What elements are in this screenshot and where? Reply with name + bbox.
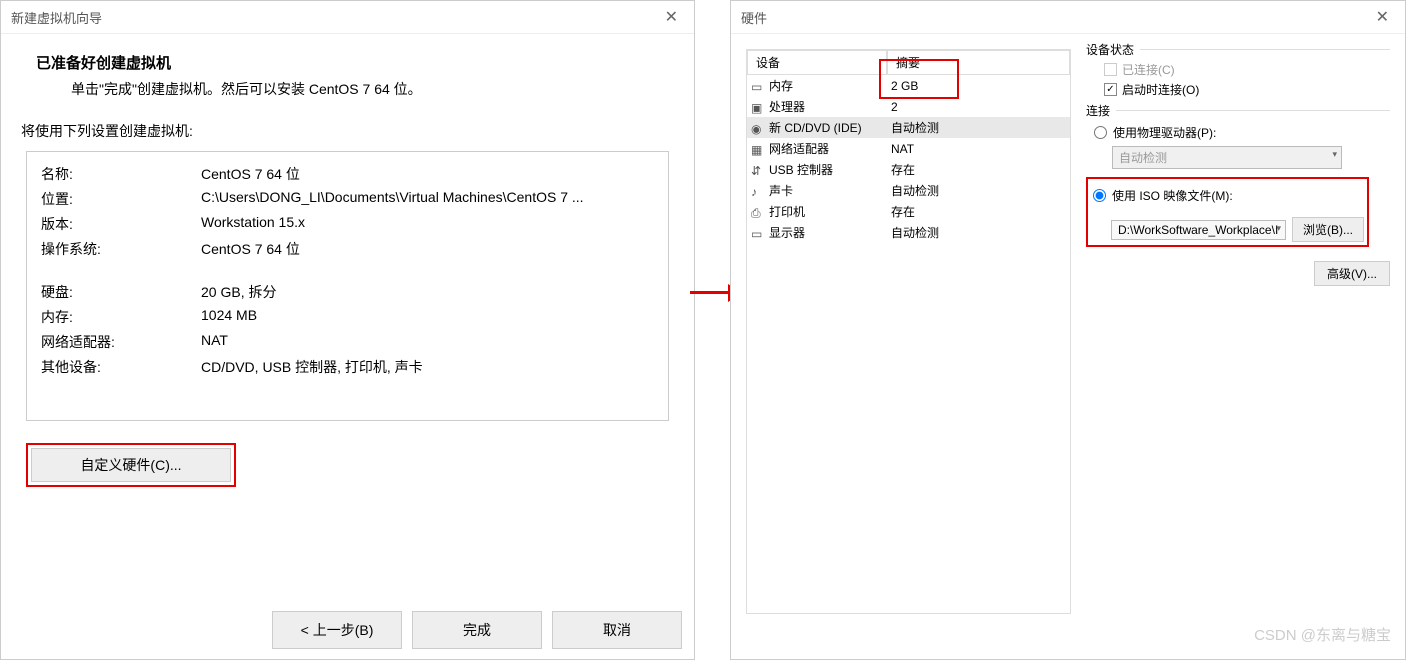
snd-icon: ♪ xyxy=(751,185,765,197)
device-row[interactable]: ▦ 网络适配器 NAT xyxy=(747,138,1070,159)
cpu-icon: ▣ xyxy=(751,101,765,113)
connected-label: 已连接(C) xyxy=(1122,61,1175,78)
mem-icon: ▭ xyxy=(751,80,765,92)
value-memory: 1024 MB xyxy=(201,307,654,327)
label-os: 操作系统: xyxy=(41,239,201,259)
wizard-titlebar: 新建虚拟机向导 ✕ xyxy=(1,1,694,34)
settings-box: 名称:CentOS 7 64 位 位置:C:\Users\DONG_LI\Doc… xyxy=(26,151,669,421)
device-summary: 自动检测 xyxy=(891,224,1066,241)
col-device[interactable]: 设备 xyxy=(747,50,887,75)
value-disk: 20 GB, 拆分 xyxy=(201,282,654,302)
iso-path-combo[interactable]: D:\WorkSoftware_Workplace\I xyxy=(1111,220,1286,240)
wizard-title: 新建虚拟机向导 xyxy=(11,8,102,27)
hardware-title: 硬件 xyxy=(741,8,767,27)
label-other: 其他设备: xyxy=(41,357,201,377)
watermark: CSDN @东离与糖宝 xyxy=(1254,624,1391,645)
connect-on-power-label: 启动时连接(O) xyxy=(1122,81,1199,98)
device-list: 设备 摘要 ▭ 内存 2 GB ▣ 处理器 2 ◉ 新 CD/DVD (IDE) 自动检测 ▦ 网络… xyxy=(746,49,1071,614)
finish-button[interactable]: 完成 xyxy=(412,611,542,649)
device-row[interactable]: ⎙ 打印机 存在 xyxy=(747,201,1070,222)
wizard-dialog: 新建虚拟机向导 ✕ 已准备好创建虚拟机 单击"完成"创建虚拟机。然后可以安装 C… xyxy=(0,0,695,660)
device-name: 新 CD/DVD (IDE) xyxy=(769,119,862,136)
label-location: 位置: xyxy=(41,189,201,209)
wizard-desc: 将使用下列设置创建虚拟机: xyxy=(21,121,669,141)
close-icon[interactable]: ✕ xyxy=(1370,7,1395,27)
iso-highlight: 使用 ISO 映像文件(M): D:\WorkSoftware_Workplac… xyxy=(1086,177,1369,247)
label-memory: 内存: xyxy=(41,307,201,327)
prn-icon: ⎙ xyxy=(751,206,765,218)
custom-hardware-button[interactable]: 自定义硬件(C)... xyxy=(31,448,231,482)
label-version: 版本: xyxy=(41,214,201,234)
label-net: 网络适配器: xyxy=(41,332,201,352)
device-name: 打印机 xyxy=(769,203,805,220)
use-iso-label: 使用 ISO 映像文件(M): xyxy=(1112,187,1233,204)
wizard-heading: 已准备好创建虚拟机 xyxy=(26,52,669,73)
device-name: 处理器 xyxy=(769,98,805,115)
usb-icon: ⇵ xyxy=(751,164,765,176)
use-physical-label: 使用物理驱动器(P): xyxy=(1113,124,1216,141)
device-row[interactable]: ▣ 处理器 2 xyxy=(747,96,1070,117)
device-row[interactable]: ▭ 显示器 自动检测 xyxy=(747,222,1070,243)
close-icon[interactable]: ✕ xyxy=(659,7,684,27)
connection-title: 连接 xyxy=(1086,102,1116,119)
device-status-group: 设备状态 已连接(C) ✓ 启动时连接(O) xyxy=(1086,49,1390,98)
connected-checkbox xyxy=(1104,63,1117,76)
label-name: 名称: xyxy=(41,164,201,184)
value-version: Workstation 15.x xyxy=(201,214,654,234)
device-row[interactable]: ⇵ USB 控制器 存在 xyxy=(747,159,1070,180)
device-summary: NAT xyxy=(891,142,1066,156)
device-summary: 2 xyxy=(891,100,1066,114)
device-summary: 2 GB xyxy=(891,79,1066,93)
device-row[interactable]: ▭ 内存 2 GB xyxy=(747,75,1070,96)
col-summary[interactable]: 摘要 xyxy=(887,50,1070,75)
hardware-titlebar: 硬件 ✕ xyxy=(731,1,1405,34)
device-status-title: 设备状态 xyxy=(1086,41,1140,58)
device-summary: 存在 xyxy=(891,203,1066,220)
value-name: CentOS 7 64 位 xyxy=(201,164,654,184)
cd-icon: ◉ xyxy=(751,122,765,134)
back-button[interactable]: < 上一步(B) xyxy=(272,611,402,649)
device-name: 网络适配器 xyxy=(769,140,829,157)
hardware-dialog: 硬件 ✕ 设备 摘要 ▭ 内存 2 GB ▣ 处理器 2 ◉ 新 CD/DVD (IDE) 自动… xyxy=(730,0,1406,660)
device-summary: 存在 xyxy=(891,161,1066,178)
value-other: CD/DVD, USB 控制器, 打印机, 声卡 xyxy=(201,357,654,377)
label-disk: 硬盘: xyxy=(41,282,201,302)
value-os: CentOS 7 64 位 xyxy=(201,239,654,259)
wizard-subheading: 单击"完成"创建虚拟机。然后可以安装 CentOS 7 64 位。 xyxy=(26,79,669,99)
value-net: NAT xyxy=(201,332,654,352)
device-name: 声卡 xyxy=(769,182,793,199)
use-iso-radio[interactable] xyxy=(1093,189,1106,202)
browse-button[interactable]: 浏览(B)... xyxy=(1292,217,1364,242)
use-physical-radio[interactable] xyxy=(1094,126,1107,139)
device-name: 内存 xyxy=(769,77,793,94)
device-name: USB 控制器 xyxy=(769,161,833,178)
device-row[interactable]: ◉ 新 CD/DVD (IDE) 自动检测 xyxy=(747,117,1070,138)
connection-group: 连接 使用物理驱动器(P): 自动检测 使用 ISO 映像文件(M): xyxy=(1086,110,1390,286)
device-summary: 自动检测 xyxy=(891,119,1066,136)
advanced-button[interactable]: 高级(V)... xyxy=(1314,261,1390,286)
physical-drive-combo: 自动检测 xyxy=(1112,146,1342,169)
connect-on-power-checkbox[interactable]: ✓ xyxy=(1104,83,1117,96)
net-icon: ▦ xyxy=(751,143,765,155)
value-location: C:\Users\DONG_LI\Documents\Virtual Machi… xyxy=(201,189,654,209)
dsp-icon: ▭ xyxy=(751,227,765,239)
cancel-button[interactable]: 取消 xyxy=(552,611,682,649)
device-name: 显示器 xyxy=(769,224,805,241)
device-row[interactable]: ♪ 声卡 自动检测 xyxy=(747,180,1070,201)
device-summary: 自动检测 xyxy=(891,182,1066,199)
custom-hardware-highlight: 自定义硬件(C)... xyxy=(26,443,236,487)
